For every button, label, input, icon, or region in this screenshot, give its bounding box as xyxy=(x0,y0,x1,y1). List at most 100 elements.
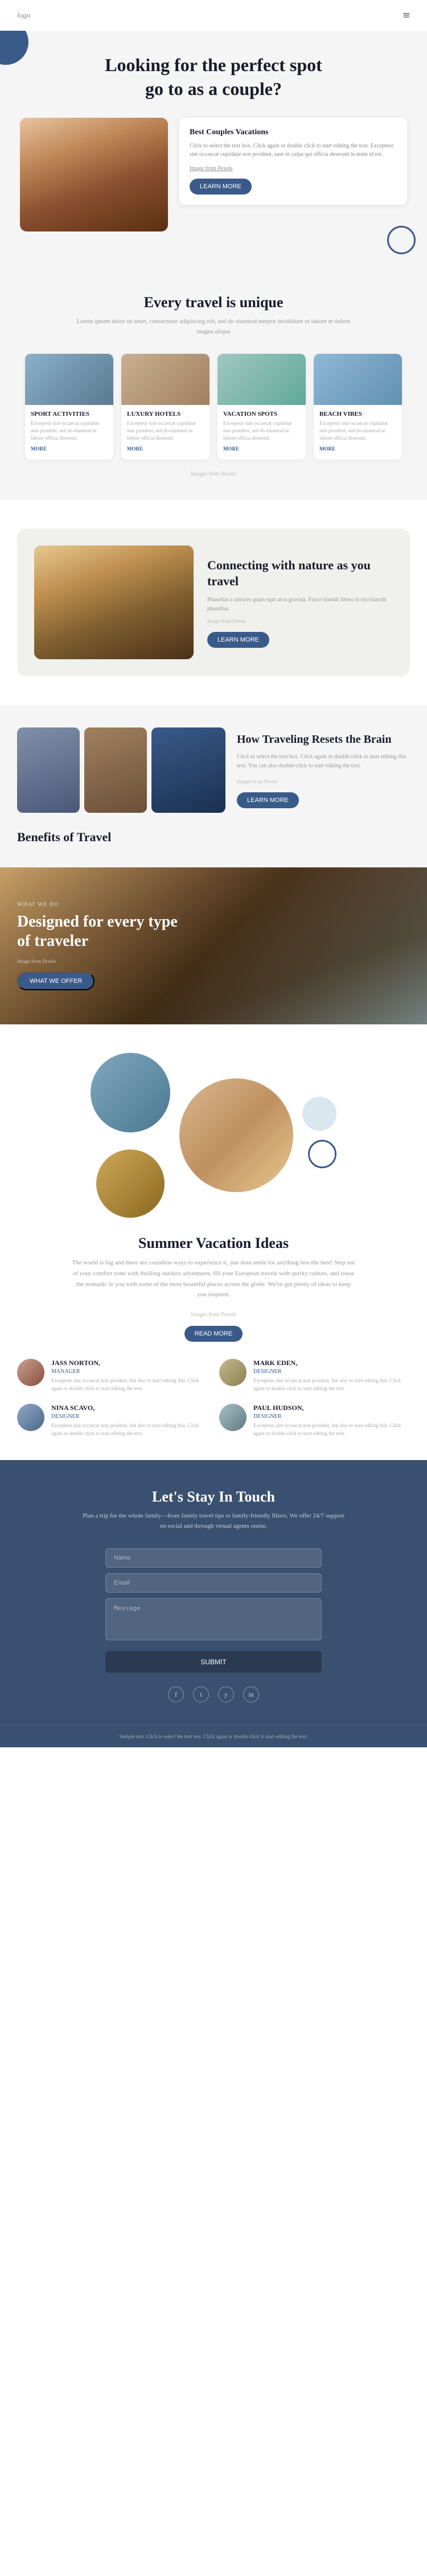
summer-small-circle-2 xyxy=(96,1150,165,1218)
every-travel-title: Every travel is unique xyxy=(17,294,410,311)
hotel-card-text: Excepteur sint occaecat cupidatat non pr… xyxy=(121,420,210,441)
hero-card-text: Click to select the text box. Click agai… xyxy=(190,142,397,159)
footer: Sample text. Click to select the text bo… xyxy=(0,1725,427,1747)
vacation-card-more[interactable]: MORE xyxy=(217,446,306,452)
sport-card-text: Excepteur sint occaecat cupidatat non pr… xyxy=(25,420,113,441)
navbar: logo ≡ xyxy=(0,0,427,31)
travel-cards-row: SPORT ACTIVITIES Excepteur sint occaecat… xyxy=(17,354,410,460)
connecting-title: Connecting with nature as you travel xyxy=(207,557,393,590)
team-info-paul: PAUL HUDSON, DESIGNER Excepteur sint occ… xyxy=(253,1404,410,1437)
travel-card-vacation: VACATION SPOTS Excepteur sint occaecat c… xyxy=(217,354,306,460)
summer-blue-deco-circle xyxy=(302,1097,336,1131)
designed-section: WHAT WE DO Designed for every type of tr… xyxy=(0,867,427,1024)
connecting-section: Connecting with nature as you travel Pha… xyxy=(0,500,427,705)
summer-main-image xyxy=(179,1078,293,1192)
team-role-jass: MANAGER xyxy=(51,1368,208,1375)
team-desc-mark: Excepteur sint occaecat non proident, bu… xyxy=(253,1377,410,1392)
connecting-text-block: Connecting with nature as you travel Pha… xyxy=(207,557,393,648)
summer-outline-circle xyxy=(308,1140,336,1168)
connecting-image xyxy=(34,545,194,659)
social-icons-row: f t y in xyxy=(17,1686,410,1702)
contact-name-input[interactable] xyxy=(105,1548,322,1568)
reset-desc: Click to select the text box. Click agai… xyxy=(237,752,410,771)
youtube-icon[interactable]: y xyxy=(218,1686,234,1702)
hotel-card-label: LUXURY HOTELS xyxy=(121,411,210,417)
reset-learn-more-button[interactable]: LEARN MORE xyxy=(237,792,299,808)
hero-couple-photo xyxy=(20,118,168,231)
hotel-card-more[interactable]: MORE xyxy=(121,446,210,452)
linkedin-icon[interactable]: in xyxy=(243,1686,259,1702)
hero-card-title: Best Couples Vacations xyxy=(190,128,397,137)
designed-what-label: WHAT WE DO xyxy=(17,902,410,908)
team-avatar-jass xyxy=(17,1359,44,1386)
beach-card-more[interactable]: MORE xyxy=(314,446,402,452)
summer-read-more-button[interactable]: READ MORE xyxy=(184,1326,243,1342)
travel-card-hotel: LUXURY HOTELS Excepteur sint occaecat cu… xyxy=(121,354,210,460)
reset-section: How Traveling Resets the Brain Click to … xyxy=(0,705,427,867)
summer-subtitle: The world is big and there are countless… xyxy=(71,1258,356,1300)
hero-outline-circle xyxy=(387,226,416,254)
hero-title: Looking for the perfect spot go to as a … xyxy=(17,53,410,101)
hero-image-wrapper xyxy=(20,118,168,231)
reset-inner: How Traveling Resets the Brain Click to … xyxy=(17,727,410,813)
beach-card-text: Excepteur sint occaecat cupidatat non pr… xyxy=(314,420,402,441)
travel-cards-credit: Images from Pexels xyxy=(17,471,410,477)
summer-text-block: Summer Vacation Ideas The world is big a… xyxy=(17,1235,410,1342)
hamburger-menu-icon[interactable]: ≡ xyxy=(403,8,410,23)
team-row: JASS NORTON, MANAGER Excepteur sint occa… xyxy=(17,1359,410,1437)
hero-section: Looking for the perfect spot go to as a … xyxy=(0,31,427,266)
team-avatar-mark xyxy=(219,1359,247,1386)
contact-submit-button[interactable]: SUBMIT xyxy=(105,1651,322,1673)
hero-card-image-link[interactable]: Image from Pexels xyxy=(190,166,397,172)
contact-message-input[interactable] xyxy=(105,1598,322,1640)
hero-content: Best Couples Vacations Click to select t… xyxy=(20,118,407,231)
team-desc-jass: Excepteur sint occaecat non proident, bu… xyxy=(51,1377,208,1392)
team-name-paul: PAUL HUDSON, xyxy=(253,1404,410,1412)
team-info-nina: NINA SCAVO, DESIGNER Excepteur sint occa… xyxy=(51,1404,208,1437)
team-info-mark: MARK EDEN, DESIGNER Excepteur sint occae… xyxy=(253,1359,410,1392)
contact-section: Let's Stay In Touch Plan a trip for the … xyxy=(0,1460,427,1725)
team-role-paul: DESIGNER xyxy=(253,1413,410,1420)
reset-image-credit: Images from Pexels xyxy=(237,779,410,784)
team-card-nina: NINA SCAVO, DESIGNER Excepteur sint occa… xyxy=(17,1404,208,1437)
team-desc-paul: Excepteur sint occaecat non proident, bu… xyxy=(253,1422,410,1437)
summer-small-circles xyxy=(91,1053,170,1218)
summer-section: Summer Vacation Ideas The world is big a… xyxy=(0,1024,427,1460)
beach-card-label: BEACH VIBES xyxy=(314,411,402,417)
every-travel-section: Every travel is unique Lorem ipsum dolor… xyxy=(0,266,427,500)
team-role-mark: DESIGNER xyxy=(253,1368,410,1375)
designed-image-credit: Image from Pexels xyxy=(17,958,410,964)
reset-text-block: How Traveling Resets the Brain Click to … xyxy=(237,732,410,808)
contact-email-input[interactable] xyxy=(105,1573,322,1593)
reset-title: How Traveling Resets the Brain xyxy=(237,732,410,747)
reset-image-2 xyxy=(84,727,147,813)
vacation-card-image xyxy=(217,354,306,405)
vacation-card-text: Excepteur sint occaecat cupidatat non pr… xyxy=(217,420,306,441)
reset-images xyxy=(17,727,225,813)
footer-text: Sample text. Click to select the text bo… xyxy=(17,1734,410,1739)
summer-right-circles xyxy=(302,1097,336,1174)
team-desc-nina: Excepteur sint occaecat non proident, bu… xyxy=(51,1422,208,1437)
connecting-image-credit: Image from Pexels xyxy=(207,618,393,624)
contact-form: SUBMIT xyxy=(105,1548,322,1673)
contact-title: Let's Stay In Touch xyxy=(17,1488,410,1506)
hero-couple-image xyxy=(20,118,168,231)
twitter-icon[interactable]: t xyxy=(193,1686,209,1702)
sport-card-more[interactable]: MORE xyxy=(25,446,113,452)
connecting-learn-more-button[interactable]: LEARN MORE xyxy=(207,632,269,648)
designed-offer-button[interactable]: WHAT WE OFFER xyxy=(17,972,95,990)
logo[interactable]: logo xyxy=(17,11,30,20)
contact-desc: Plan a trip for the whole family—from fa… xyxy=(83,1511,344,1531)
hero-learn-more-button[interactable]: LEARN MORE xyxy=(190,179,252,195)
team-card-jass: JASS NORTON, MANAGER Excepteur sint occa… xyxy=(17,1359,208,1392)
connecting-image-overlay xyxy=(34,545,194,659)
travel-card-sport: SPORT ACTIVITIES Excepteur sint occaecat… xyxy=(25,354,113,460)
team-avatar-nina xyxy=(17,1404,44,1431)
team-name-mark: MARK EDEN, xyxy=(253,1359,410,1367)
team-card-mark: MARK EDEN, DESIGNER Excepteur sint occae… xyxy=(219,1359,410,1392)
summer-visual-area xyxy=(17,1053,410,1218)
beach-card-image xyxy=(314,354,402,405)
team-name-jass: JASS NORTON, xyxy=(51,1359,208,1367)
facebook-icon[interactable]: f xyxy=(168,1686,184,1702)
hotel-card-image xyxy=(121,354,210,405)
